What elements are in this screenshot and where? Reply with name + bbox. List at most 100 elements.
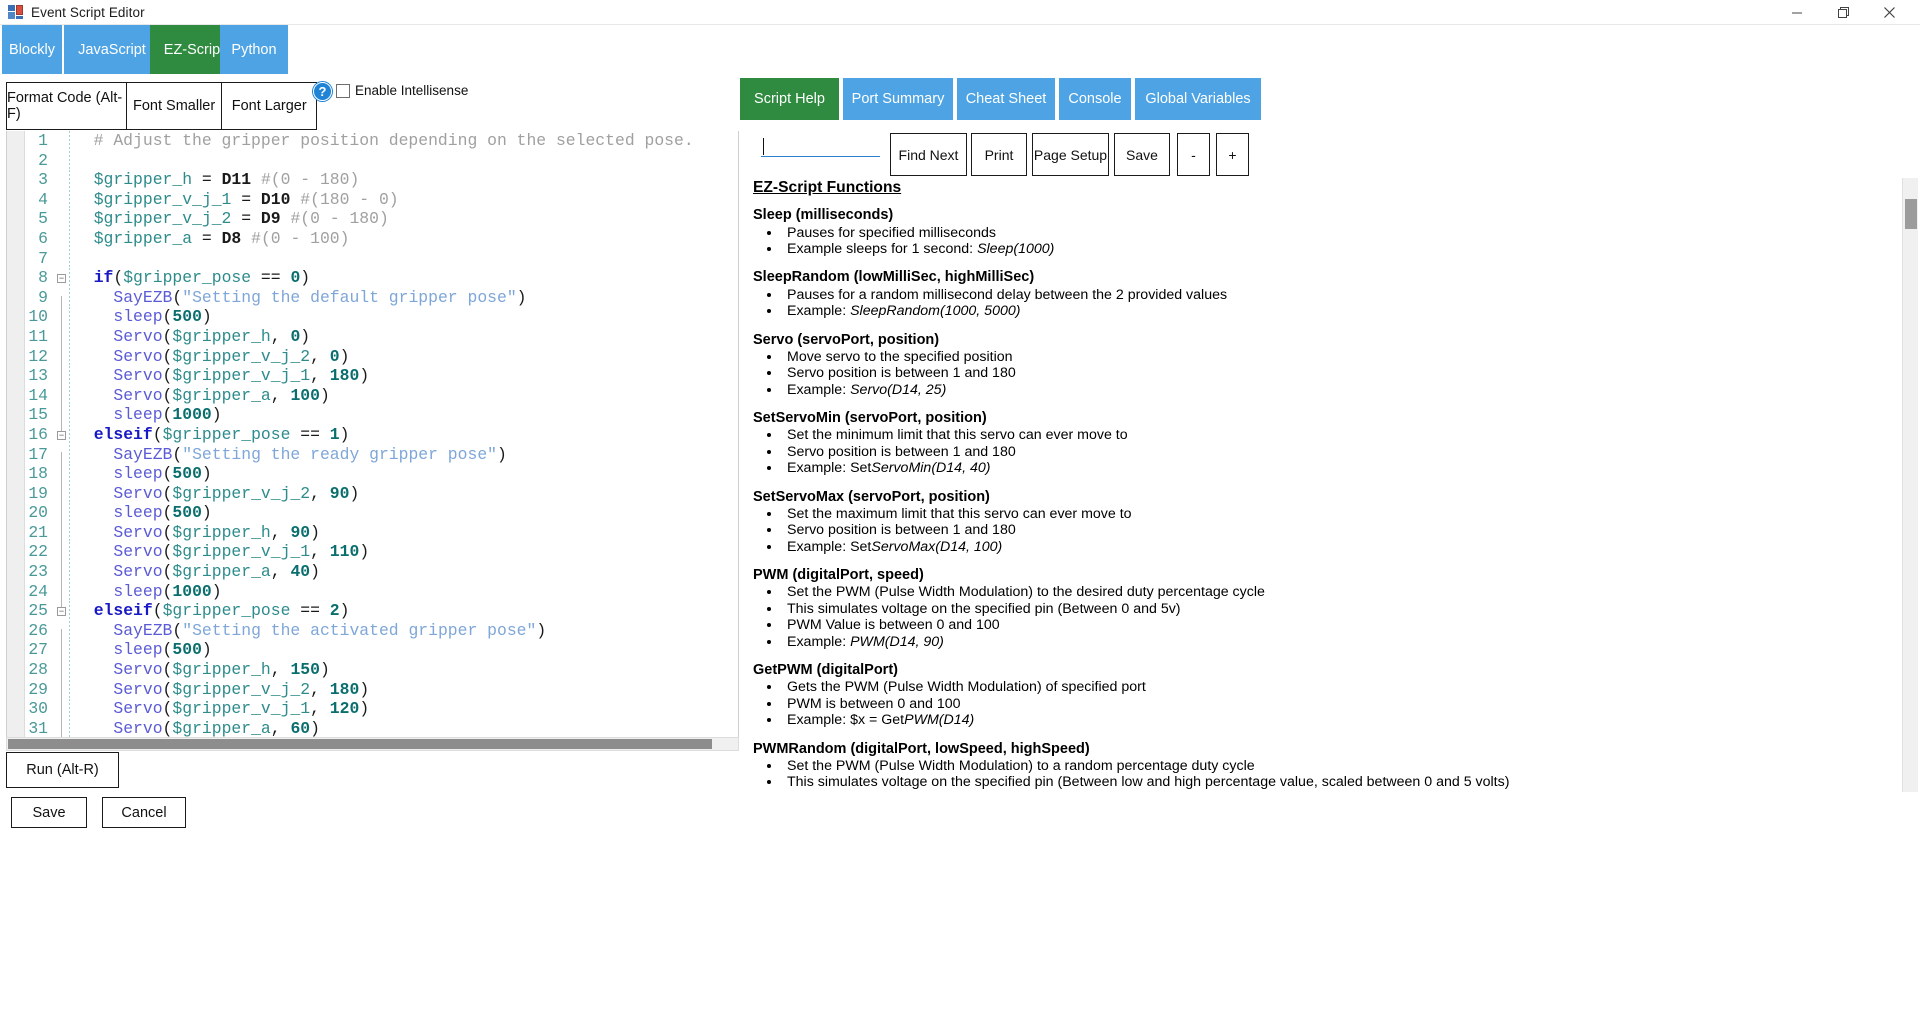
maximize-icon[interactable] [1820, 0, 1866, 25]
line-number: 20 [28, 503, 48, 523]
tab-python[interactable]: Python [220, 25, 288, 74]
code-line[interactable]: 10 sleep(500) [7, 307, 738, 340]
format-button-font-larger[interactable]: Font Larger [221, 82, 318, 130]
page-setup-button[interactable]: Page Setup [1032, 133, 1109, 176]
function-bullet-list: Pauses for a random millisecond delay be… [753, 287, 1898, 321]
function-bullet: Gets the PWM (Pulse Width Modulation) of… [782, 679, 1898, 696]
line-number: 6 [38, 228, 48, 248]
tab-label: EZ-Script [163, 41, 225, 58]
save-button[interactable]: Save [1114, 133, 1170, 176]
code-text: # Adjust the gripper position depending … [74, 131, 694, 150]
line-number: 9 [38, 287, 48, 307]
code-line[interactable]: 12 Servo($gripper_v_j_2, 0) [7, 346, 738, 379]
close-icon[interactable] [1866, 0, 1912, 25]
code-line[interactable]: 13 Servo($gripper_v_j_1, 180) [7, 366, 738, 398]
format-button-font-smaller[interactable]: Font Smaller [125, 82, 223, 130]
code-line[interactable]: 8− if($gripper_pose == 0) [7, 268, 738, 288]
indent-guide [69, 464, 70, 484]
tab-label: Script Help [754, 91, 825, 107]
code-line[interactable]: 23 Servo($gripper_a, 40) [7, 562, 738, 594]
function-name: PWM (digitalPort, speed) [753, 567, 924, 584]
scrollbar-thumb[interactable] [1905, 199, 1917, 229]
format-button-format-code-alt-f[interactable]: Format Code (Alt-F) [6, 82, 127, 130]
code-line[interactable]: 21 Servo($gripper_h, 90) [7, 522, 738, 555]
indent-guide [69, 307, 70, 327]
code-line[interactable]: 27 sleep(500) [7, 640, 738, 673]
code-line[interactable]: 15 sleep(1000) [7, 405, 738, 438]
enable-intellisense-checkbox[interactable] [336, 84, 350, 98]
code-line[interactable]: 16− elseif($gripper_pose == 1) [7, 424, 738, 445]
fold-collapse-icon[interactable]: − [55, 601, 68, 621]
code-line[interactable]: 30 Servo($gripper_v_j_1, 120) [7, 699, 738, 732]
code-line[interactable]: 2 [7, 150, 738, 171]
right-tab-console[interactable]: Console [1059, 78, 1131, 120]
code-text: Servo($gripper_h, 0) [113, 326, 311, 346]
fold-collapse-icon[interactable]: − [55, 268, 68, 288]
indent-guide [69, 483, 70, 504]
code-line[interactable]: 7 [7, 248, 738, 269]
code-line[interactable]: 5 $gripper_v_j_2 = D9 #(0 - 180) [7, 209, 738, 229]
code-line[interactable]: 25− elseif($gripper_pose == 2) [7, 601, 738, 621]
indent-guide [69, 679, 70, 700]
indent-guide [69, 189, 70, 210]
function-name: Sleep (milliseconds) [753, 207, 894, 224]
code-line[interactable]: 17 SayEZB("Setting the ready gripper pos… [7, 444, 738, 477]
code-line[interactable]: 29 Servo($gripper_v_j_2, 180) [7, 679, 738, 712]
function-bullet: Example: PWM(D14, 90) [782, 634, 1898, 651]
find-next-button[interactable]: Find Next [890, 133, 967, 176]
line-number: 10 [28, 307, 48, 327]
code-line[interactable]: 11 Servo($gripper_h, 0) [7, 326, 738, 359]
editor-horizontal-scrollbar[interactable] [6, 737, 739, 751]
function-name: SleepRandom (lowMilliSec, highMilliSec) [753, 269, 1035, 286]
right-tab-cheat-sheet[interactable]: Cheat Sheet [957, 78, 1055, 120]
example-code: Sleep(1000) [977, 241, 1055, 257]
minimize-icon[interactable] [1774, 0, 1820, 25]
zoom-in-button[interactable]: + [1216, 133, 1249, 176]
code-line[interactable]: 3 $gripper_h = D11 #(0 - 180) [7, 170, 738, 190]
indent-guide [69, 424, 70, 445]
code-text: sleep(500) [113, 307, 212, 327]
fold-collapse-icon[interactable]: − [55, 425, 68, 445]
button-label: Font Larger [231, 98, 307, 114]
print-button[interactable]: Print [971, 133, 1027, 176]
code-line[interactable]: 28 Servo($gripper_h, 150) [7, 660, 738, 692]
scrollbar-thumb[interactable] [8, 739, 712, 749]
help-icon[interactable]: ? [313, 82, 332, 101]
function-bullet: Example: SetServoMax(D14, 100) [782, 539, 1898, 556]
code-line[interactable]: 26 SayEZB("Setting the activated gripper… [7, 620, 738, 653]
code-line[interactable]: 31 Servo($gripper_a, 60) [7, 718, 738, 742]
code-line[interactable]: 19 Servo($gripper_v_j_2, 90) [7, 483, 738, 516]
code-editor[interactable]: 1 # Adjust the gripper position dependin… [6, 131, 739, 743]
save-button[interactable]: Save [11, 797, 87, 828]
line-number: 5 [38, 209, 48, 229]
line-number: 23 [28, 562, 48, 582]
page-vertical-scrollbar[interactable] [1902, 178, 1918, 792]
code-text: sleep(500) [113, 464, 212, 484]
right-tab-port-summary[interactable]: Port Summary [843, 78, 953, 120]
right-tab-global-variables[interactable]: Global Variables [1135, 78, 1261, 120]
code-line[interactable]: 18 sleep(500) [7, 464, 738, 496]
indent-guide [69, 718, 70, 739]
function-bullet: PWM is between 0 and 100 [782, 696, 1898, 713]
function-bullet: Servo position is between 1 and 180 [782, 365, 1898, 382]
run-button[interactable]: Run (Alt-R) [6, 752, 119, 788]
cancel-button[interactable]: Cancel [102, 797, 186, 828]
code-line[interactable]: 9 SayEZB("Setting the default gripper po… [7, 287, 738, 320]
code-line[interactable]: 6 $gripper_a = D8 #(0 - 100) [7, 228, 738, 249]
code-lines[interactable]: 1 # Adjust the gripper position dependin… [7, 131, 738, 742]
tab-blockly[interactable]: Blockly [2, 25, 62, 74]
window-title: Event Script Editor [31, 4, 145, 20]
right-tab-script-help[interactable]: Script Help [740, 78, 839, 120]
indent-guide [69, 150, 70, 171]
line-number: 2 [38, 150, 48, 170]
code-line[interactable]: 1 # Adjust the gripper position dependin… [7, 131, 738, 151]
code-line[interactable]: 4 $gripper_v_j_1 = D10 #(180 - 0) [7, 189, 738, 210]
code-line[interactable]: 24 sleep(1000) [7, 581, 738, 614]
zoom-out-button[interactable]: - [1177, 133, 1210, 176]
code-line[interactable]: 14 Servo($gripper_a, 100) [7, 385, 738, 418]
code-line[interactable]: 20 sleep(500) [7, 503, 738, 536]
code-line[interactable]: 22 Servo($gripper_v_j_1, 110) [7, 542, 738, 575]
find-input[interactable] [761, 136, 880, 157]
tab-javascript[interactable]: JavaScript [64, 25, 160, 74]
line-number: 19 [28, 483, 48, 503]
